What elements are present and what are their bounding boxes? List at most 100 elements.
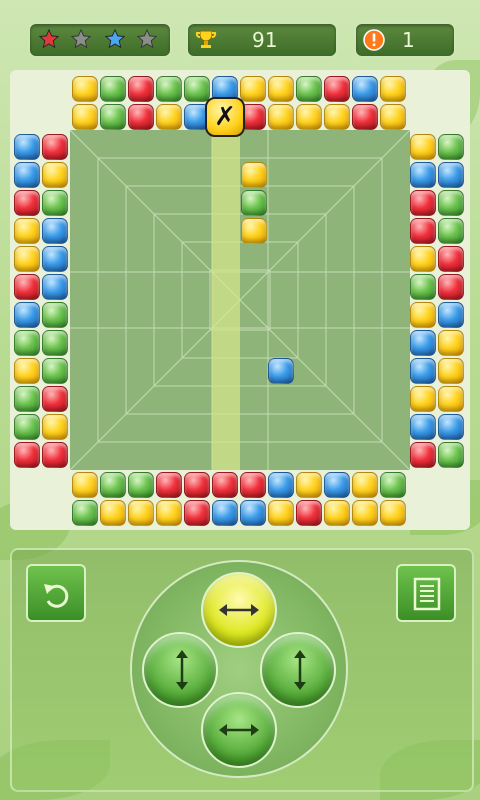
red-star-icon: [38, 28, 60, 49]
blue-gem: [240, 500, 266, 526]
red-gem: [410, 190, 436, 216]
green-gem: [156, 76, 182, 102]
green-gem: [14, 386, 40, 412]
yellow-gem: [72, 76, 98, 102]
move-vertical-right-button[interactable]: [260, 632, 336, 708]
green-gem: [42, 302, 68, 328]
warnings-value: 1: [402, 28, 415, 52]
drop-lane-highlight: [212, 130, 240, 470]
red-gem: [184, 500, 210, 526]
trophy-icon: [195, 30, 217, 48]
yellow-gem: [72, 472, 98, 498]
red-gem: [438, 274, 464, 300]
green-gem: [100, 472, 126, 498]
blue-gem: [14, 302, 40, 328]
bomb-piece[interactable]: ✗: [205, 97, 245, 137]
green-gem: [14, 414, 40, 440]
green-gem: [241, 190, 267, 216]
move-vertical-left-button[interactable]: [142, 632, 218, 708]
green-gem: [438, 442, 464, 468]
move-horizontal-top-button[interactable]: [201, 572, 277, 648]
red-gem: [14, 274, 40, 300]
red-gem: [212, 472, 238, 498]
yellow-gem: [72, 104, 98, 130]
yellow-gem: [296, 104, 322, 130]
yellow-gem: [241, 218, 267, 244]
blue-gem: [410, 414, 436, 440]
blue-gem: [14, 162, 40, 188]
score-value: 91: [252, 28, 278, 52]
yellow-gem: [410, 302, 436, 328]
green-gem: [184, 76, 210, 102]
undo-button[interactable]: [26, 564, 86, 622]
blue-gem: [324, 472, 350, 498]
exclamation-icon: [363, 29, 385, 51]
blue-gem: [438, 302, 464, 328]
yellow-gem: [438, 386, 464, 412]
green-gem: [410, 274, 436, 300]
yellow-gem: [380, 104, 406, 130]
red-gem: [438, 246, 464, 272]
blue-gem: [42, 274, 68, 300]
yellow-gem: [241, 162, 267, 188]
move-horizontal-bottom-button[interactable]: [201, 692, 277, 768]
yellow-gem: [156, 500, 182, 526]
yellow-gem: [240, 76, 266, 102]
green-gem: [42, 358, 68, 384]
red-gem: [324, 76, 350, 102]
red-gem: [128, 76, 154, 102]
green-gem: [14, 330, 40, 356]
undo-icon: [44, 584, 69, 608]
yellow-gem: [324, 104, 350, 130]
blue-gem: [410, 330, 436, 356]
yellow-gem: [14, 358, 40, 384]
stars-panel: [28, 22, 172, 58]
blue-star-icon: [104, 28, 126, 49]
yellow-gem: [42, 414, 68, 440]
red-gem: [42, 386, 68, 412]
blue-gem: [268, 358, 294, 384]
green-gem: [42, 330, 68, 356]
green-gem: [42, 190, 68, 216]
yellow-gem: [268, 76, 294, 102]
green-gem: [296, 76, 322, 102]
red-gem: [128, 104, 154, 130]
green-gem: [438, 218, 464, 244]
yellow-gem: [438, 330, 464, 356]
vertical-arrows-icon: [176, 650, 188, 690]
blue-gem: [410, 162, 436, 188]
yellow-gem: [352, 472, 378, 498]
blue-gem: [438, 414, 464, 440]
green-gem: [128, 472, 154, 498]
vertical-arrows-icon: [294, 650, 306, 690]
yellow-gem: [410, 134, 436, 160]
blue-gem: [268, 472, 294, 498]
yellow-gem: [410, 386, 436, 412]
red-gem: [410, 218, 436, 244]
red-gem: [156, 472, 182, 498]
blue-gem: [410, 358, 436, 384]
warnings-panel: 1: [354, 22, 456, 58]
blue-gem: [212, 500, 238, 526]
red-gem: [410, 442, 436, 468]
horizontal-arrows-icon: [219, 604, 259, 616]
yellow-gem: [156, 104, 182, 130]
yellow-gem: [380, 76, 406, 102]
green-gem: [72, 500, 98, 526]
red-gem: [352, 104, 378, 130]
perspective-grid: [70, 130, 410, 470]
menu-button[interactable]: [396, 564, 456, 622]
red-gem: [240, 472, 266, 498]
yellow-gem: [100, 500, 126, 526]
gray-star-icon: [136, 28, 158, 49]
yellow-gem: [438, 358, 464, 384]
blue-gem: [42, 218, 68, 244]
red-gem: [184, 472, 210, 498]
yellow-gem: [14, 218, 40, 244]
score-panel: 91: [186, 22, 338, 58]
yellow-gem: [296, 472, 322, 498]
yellow-gem: [42, 162, 68, 188]
green-gem: [438, 134, 464, 160]
yellow-gem: [380, 500, 406, 526]
yellow-gem: [352, 500, 378, 526]
